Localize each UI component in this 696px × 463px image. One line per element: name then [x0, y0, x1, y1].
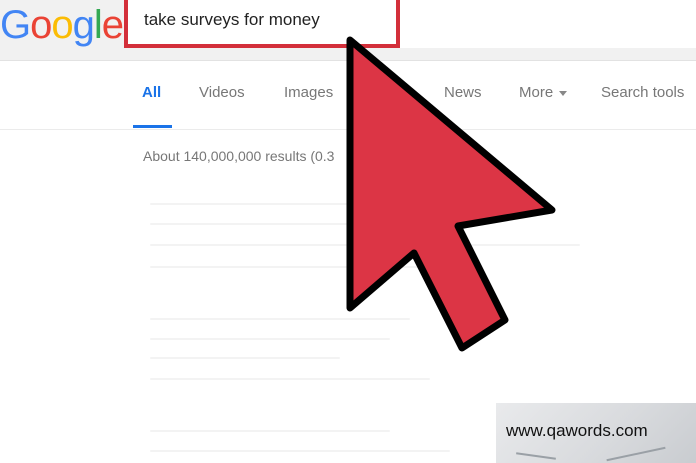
- watermark-decor: [606, 446, 666, 462]
- watermark-text: www.qawords.com: [506, 421, 648, 440]
- watermark-decor: [516, 452, 556, 460]
- watermark-image: www.qawords.com: [496, 403, 696, 463]
- arrow-cursor-icon: [346, 36, 556, 352]
